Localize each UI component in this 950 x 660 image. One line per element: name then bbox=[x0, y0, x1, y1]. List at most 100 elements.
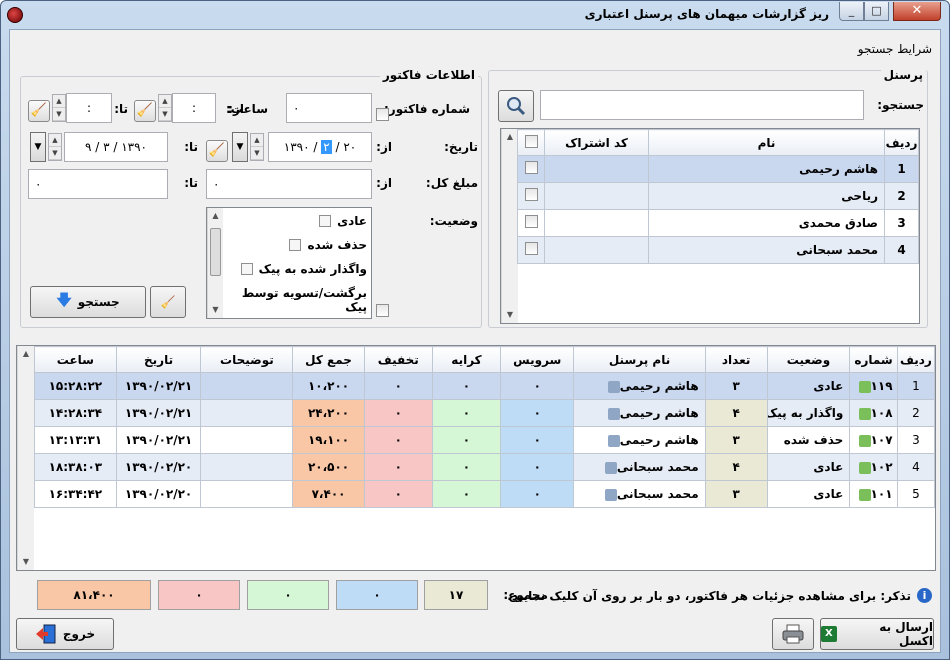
results-scrollbar[interactable]: ▲ ▼ bbox=[17, 346, 34, 570]
results-col-10[interactable]: تاریخ bbox=[115, 346, 202, 373]
scroll-down-icon[interactable]: ▼ bbox=[208, 302, 223, 318]
cell-discount: ۰ bbox=[363, 480, 433, 508]
date-from-input[interactable]: ۱۳۹۰ / ۲ / ۲۰ bbox=[268, 132, 372, 162]
results-col-7[interactable]: تخفیف bbox=[363, 346, 433, 373]
row-checkbox[interactable] bbox=[524, 188, 538, 201]
date-to-dropdown[interactable]: ▼ bbox=[30, 132, 46, 162]
app-icon[interactable] bbox=[7, 7, 23, 23]
cell-desc bbox=[200, 399, 294, 427]
invoice-number-checkbox[interactable] bbox=[376, 108, 389, 121]
personnel-row[interactable]: 1 هاشم رحیمی bbox=[517, 155, 919, 183]
results-row[interactable]: 5 ۱۰۱ عادی ۳ محمد سبحانی ۰ ۰ ۰ ۷،۴۰۰ ۱۳۹۰/۰۲/۲۰ ۱۶… bbox=[34, 480, 936, 508]
results-col-9[interactable]: توضیحات bbox=[200, 346, 294, 373]
personnel-row[interactable]: 4 محمد سبحانی bbox=[517, 236, 919, 264]
results-row[interactable]: 4 ۱۰۲ عادی ۴ محمد سبحانی ۰ ۰ ۰ ۲۰،۵۰۰ ۱۳۹۰/۰۲/۲۰ ۱… bbox=[34, 453, 936, 481]
cell-total: ۲۴،۲۰۰ bbox=[292, 399, 365, 427]
results-col-6[interactable]: کرایه bbox=[431, 346, 502, 373]
results-col-3[interactable]: تعداد bbox=[704, 346, 768, 373]
sum-discount: ۰ bbox=[158, 580, 240, 610]
results-row[interactable]: 2 ۱۰۸ واگذار به پیک ۴ هاشم رحیمی ۰ ۰ ۰ ۲۴،۲۰۰ ۱۳۹… bbox=[34, 399, 936, 427]
col-row[interactable]: ردیف bbox=[884, 129, 919, 156]
maximize-button[interactable]: □ bbox=[864, 2, 889, 21]
cell-name: محمد سبحانی bbox=[573, 453, 706, 481]
status-option[interactable]: برگشت/تسویه توسط پیک bbox=[207, 286, 367, 314]
time-to-input[interactable]: : bbox=[66, 93, 112, 123]
broom-icon: 🧹 bbox=[160, 295, 176, 309]
search-conditions-title: شرایط جستجو bbox=[857, 42, 932, 56]
col-sub-code[interactable]: کد اشتراک bbox=[544, 129, 649, 156]
personnel-search-input[interactable] bbox=[540, 90, 864, 120]
status-option-checkbox[interactable] bbox=[289, 239, 302, 251]
status-option-checkbox[interactable] bbox=[319, 215, 332, 227]
status-option[interactable]: حذف شده bbox=[289, 238, 367, 252]
excel-export-button[interactable]: ارسال به اکسل X bbox=[820, 618, 934, 650]
personnel-row[interactable]: 2 ریاحی bbox=[517, 182, 919, 210]
time-to-spinner[interactable]: ▲ ▼ bbox=[52, 94, 66, 122]
cell-date: ۱۳۹۰/۰۲/۲۰ bbox=[115, 480, 202, 508]
status-option-checkbox[interactable] bbox=[240, 263, 253, 275]
status-all-checkbox[interactable] bbox=[376, 304, 389, 317]
results-row[interactable]: 3 ۱۰۷ حذف شده ۳ هاشم رحیمی ۰ ۰ ۰ ۱۹،۱۰۰ ۱۳۹۰/۰۲/۲… bbox=[34, 426, 936, 454]
date-to-spinner[interactable]: ▲ ▼ bbox=[48, 133, 62, 161]
scroll-up-icon[interactable]: ▲ bbox=[502, 129, 518, 145]
info-icon: i bbox=[917, 588, 932, 603]
clear-date-icon[interactable]: 🧹 bbox=[206, 140, 228, 162]
col-name[interactable]: نام bbox=[648, 129, 885, 156]
time-from-spinner[interactable]: ▲ ▼ bbox=[158, 94, 172, 122]
status-option[interactable]: واگذار شده به پیک bbox=[240, 262, 367, 276]
scroll-down-icon[interactable]: ▼ bbox=[502, 307, 518, 323]
scroll-thumb[interactable] bbox=[210, 228, 221, 276]
clear-time-icon[interactable]: 🧹 bbox=[134, 100, 156, 122]
minimize-button[interactable]: _ bbox=[839, 2, 864, 21]
status-option[interactable]: عادی bbox=[319, 214, 367, 228]
scroll-up-icon[interactable]: ▲ bbox=[208, 208, 223, 224]
amount-from-input[interactable]: ۰ bbox=[206, 169, 372, 199]
amount-to-input[interactable]: ۰ bbox=[28, 169, 168, 199]
invoice-number-input[interactable]: ۰ bbox=[286, 93, 372, 123]
col-select[interactable] bbox=[517, 129, 545, 156]
results-col-8[interactable]: جمع کل bbox=[292, 346, 365, 373]
date-to-input[interactable]: ۹ / ۳ / ۱۳۹۰ bbox=[64, 132, 168, 162]
cell-status: عادی bbox=[766, 453, 851, 481]
results-col-1[interactable]: شماره bbox=[849, 346, 898, 373]
date-from-month[interactable]: ۲ bbox=[321, 140, 332, 154]
select-all-checkbox[interactable] bbox=[524, 134, 538, 148]
time-from-input[interactable]: : bbox=[172, 93, 216, 123]
personnel-search-button[interactable] bbox=[498, 90, 534, 122]
print-button[interactable] bbox=[772, 618, 814, 650]
personnel-grid[interactable]: ▲ ▼ ردیف نام کد اشتراک 1 هاشم رحیمی 2 ری… bbox=[500, 128, 920, 324]
clear-all-button[interactable]: 🧹 bbox=[150, 286, 186, 318]
row-checkbox[interactable] bbox=[524, 242, 538, 255]
cell-time: ۱۳:۱۳:۳۱ bbox=[34, 426, 117, 454]
invoice-number-label: شماره فاکتور: bbox=[384, 102, 470, 116]
results-col-5[interactable]: سرویس bbox=[500, 346, 575, 373]
results-col-11[interactable]: ساعت bbox=[34, 346, 117, 373]
scroll-up-icon[interactable]: ▲ bbox=[18, 346, 34, 362]
results-grid[interactable]: ▲ ▼ ردیف شماره وضعیت تعداد نام پرسنل سرویس کرا… bbox=[16, 345, 936, 571]
cell-status: حذف شده bbox=[766, 426, 851, 454]
amount-to-label: تا: bbox=[184, 176, 198, 190]
row-checkbox[interactable] bbox=[524, 161, 538, 174]
invoice-search-button[interactable]: جستجو 🡇 bbox=[30, 286, 146, 318]
invoice-status-icon bbox=[858, 461, 871, 474]
personnel-scrollbar[interactable]: ▲ ▼ bbox=[501, 129, 518, 323]
scroll-down-icon[interactable]: ▼ bbox=[18, 554, 34, 570]
results-col-4[interactable]: نام پرسنل bbox=[573, 346, 706, 373]
cell-date: ۱۳۹۰/۰۲/۲۱ bbox=[115, 426, 202, 454]
status-scrollbar[interactable]: ▲ ▼ bbox=[207, 208, 223, 318]
close-button[interactable]: ✕ bbox=[893, 2, 941, 21]
exit-button[interactable]: خروج bbox=[16, 618, 114, 650]
results-row[interactable]: 1 ۱۱۹ عادی ۳ هاشم رحیمی ۰ ۰ ۰ ۱۰،۲۰۰ ۱۳۹۰/۰۲/۲۱ ۱۵… bbox=[34, 372, 936, 400]
cell-name: هاشم رحیمی bbox=[573, 399, 706, 427]
clear-invoice-icon[interactable]: 🧹 bbox=[28, 100, 50, 122]
status-listbox[interactable]: عادی حذف شده واگذار شده به پیک برگشت/تسو… bbox=[206, 207, 372, 319]
cell-count: ۴ bbox=[704, 453, 768, 481]
cell-name: هاشم رحیمی bbox=[573, 426, 706, 454]
personnel-row[interactable]: 3 صادق محمدی bbox=[517, 209, 919, 237]
results-col-0[interactable]: ردیف bbox=[896, 346, 936, 373]
results-col-2[interactable]: وضعیت bbox=[766, 346, 851, 373]
row-checkbox[interactable] bbox=[524, 215, 538, 228]
cell-status: عادی bbox=[766, 480, 851, 508]
date-from-dropdown[interactable]: ▼ bbox=[232, 132, 248, 162]
date-from-spinner[interactable]: ▲ ▼ bbox=[250, 133, 264, 161]
